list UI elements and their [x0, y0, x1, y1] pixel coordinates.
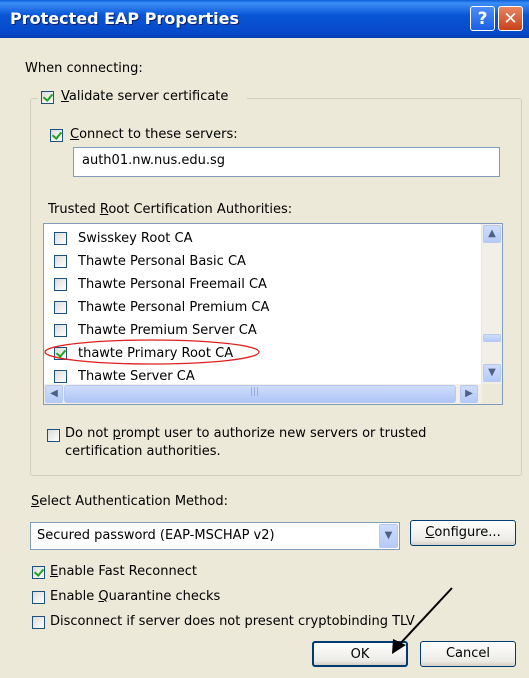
chevron-down-icon: ▼ [384, 530, 393, 541]
connect-label: Connect to these servers: [70, 127, 238, 142]
scroll-left-button[interactable]: ◀ [45, 385, 63, 403]
vertical-scrollbar[interactable]: ▲ ▼ [481, 224, 502, 384]
scroll-down-button[interactable]: ▼ [483, 364, 501, 382]
validate-server-certificate-checkbox[interactable]: Validate server certificate [38, 88, 247, 108]
do-not-prompt-label-line2: certification authorities. [65, 444, 221, 459]
list-item-checkbox[interactable] [54, 370, 67, 383]
ok-button[interactable]: OK [312, 641, 408, 667]
scroll-right-button[interactable]: ▶ [460, 385, 478, 403]
trusted-root-list[interactable]: Swisskey Root CA Thawte Personal Basic CA… [43, 223, 503, 405]
cryptobinding-checkbox[interactable]: Disconnect if server does not present cr… [30, 613, 450, 633]
list-item-label: Thawte Personal Basic CA [78, 254, 246, 269]
close-button[interactable]: ✕ [498, 6, 523, 31]
validate-label: Validate server certificate [61, 89, 229, 104]
cryptobinding-checkbox-box[interactable] [32, 616, 45, 629]
chevron-up-icon: ▲ [488, 228, 496, 239]
dialog-window: Protected EAP Properties ? ✕ When connec… [0, 0, 529, 678]
do-not-prompt-label: Do not prompt user to authorize new serv… [65, 426, 427, 441]
list-item-checkbox[interactable] [54, 255, 67, 268]
quarantine-checkbox[interactable]: Enable Quarantine checks [30, 588, 280, 608]
quarantine-checkbox-box[interactable] [32, 591, 45, 604]
when-connecting-label: When connecting: [25, 61, 143, 76]
fast-reconnect-checkbox-box[interactable] [32, 566, 45, 579]
trusted-root-label: Trusted Root Certification Authorities: [48, 202, 293, 217]
auth-method-value: Secured password (EAP-MSCHAP v2) [37, 528, 275, 543]
list-item-label: Thawte Server CA [78, 369, 195, 384]
list-item-checkbox[interactable] [54, 347, 67, 360]
help-button[interactable]: ? [470, 6, 495, 31]
auth-method-dropdown-button[interactable]: ▼ [379, 524, 398, 548]
list-item-label: Thawte Personal Freemail CA [78, 277, 267, 292]
scroll-up-button[interactable]: ▲ [483, 225, 501, 243]
scroll-corner [482, 384, 502, 404]
quarantine-label: Enable Quarantine checks [50, 589, 221, 604]
horizontal-scroll-thumb[interactable]: ||| [64, 385, 456, 403]
close-icon: ✕ [503, 9, 518, 29]
list-item-checkbox[interactable] [54, 301, 67, 314]
vertical-scroll-thumb[interactable] [483, 334, 501, 342]
chevron-down-icon: ▼ [488, 367, 496, 378]
configure-button[interactable]: Configure... [410, 520, 516, 546]
fast-reconnect-checkbox[interactable]: Enable Fast Reconnect [30, 563, 280, 583]
auth-method-select[interactable]: Secured password (EAP-MSCHAP v2) ▼ [30, 522, 400, 550]
fast-reconnect-label: Enable Fast Reconnect [50, 564, 197, 579]
connect-checkbox-box[interactable] [50, 129, 63, 142]
list-item-checkbox[interactable] [54, 232, 67, 245]
servers-input[interactable]: auth01.nw.nus.edu.sg [73, 147, 500, 177]
cryptobinding-label: Disconnect if server does not present cr… [50, 614, 415, 629]
chevron-right-icon: ▶ [465, 388, 473, 399]
help-icon: ? [477, 9, 488, 29]
auth-method-label: Select Authentication Method: [31, 494, 228, 509]
list-item-label: thawte Primary Root CA [78, 346, 234, 361]
list-item-label: Thawte Premium Server CA [78, 323, 257, 338]
do-not-prompt-checkbox-box[interactable] [47, 429, 60, 442]
list-item-label: Thawte Personal Premium CA [78, 300, 270, 315]
chevron-left-icon: ◀ [50, 388, 58, 399]
list-item-checkbox[interactable] [54, 324, 67, 337]
title-bar[interactable]: Protected EAP Properties ? ✕ [0, 0, 529, 38]
list-item-label: Swisskey Root CA [78, 231, 193, 246]
window-title: Protected EAP Properties [10, 9, 240, 28]
horizontal-scrollbar[interactable]: ◀ ||| ▶ [44, 384, 482, 404]
connect-to-servers-checkbox[interactable]: Connect to these servers: [48, 126, 268, 146]
cancel-button[interactable]: Cancel [420, 641, 516, 667]
do-not-prompt-checkbox[interactable]: Do not prompt user to authorize new serv… [45, 425, 485, 461]
list-item-checkbox[interactable] [54, 278, 67, 291]
scroll-grip-icon: ||| [250, 387, 260, 397]
validate-checkbox-box[interactable] [41, 91, 54, 104]
